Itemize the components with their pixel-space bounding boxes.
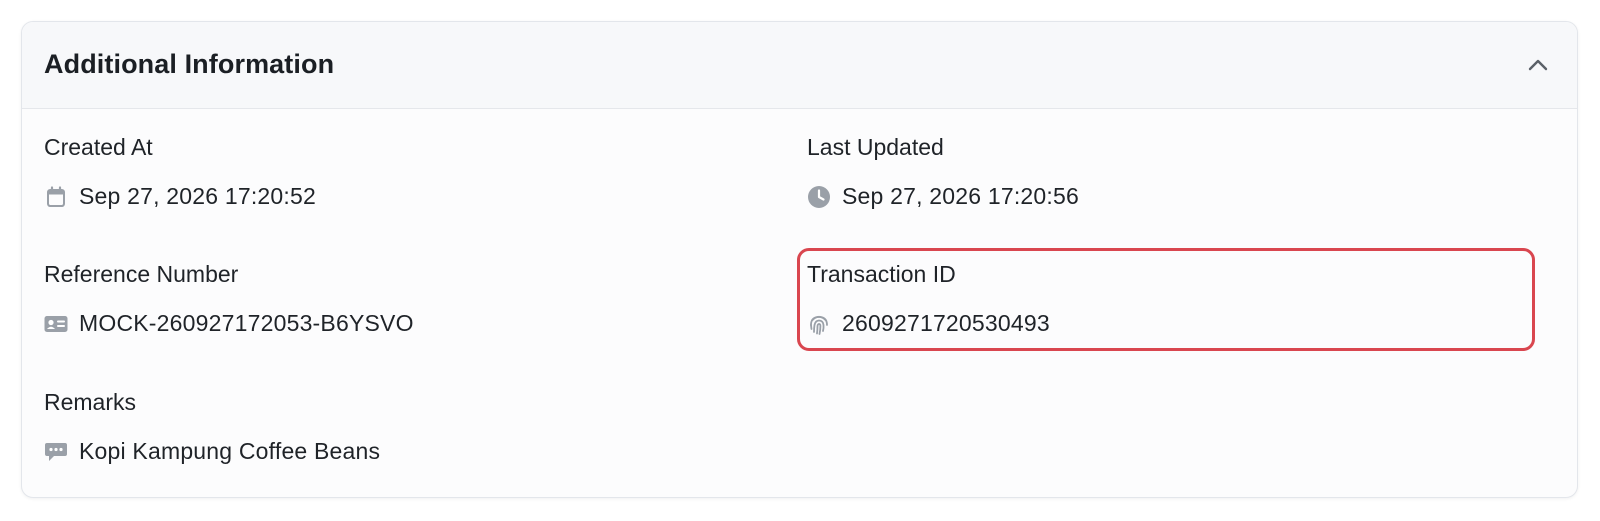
remarks-value: Kopi Kampung Coffee Beans bbox=[79, 438, 381, 464]
chevron-up-icon bbox=[1528, 59, 1548, 71]
last-updated-label: Last Updated bbox=[807, 134, 944, 160]
created-at-field: Created At Sep 27, 2026 17:20:52 bbox=[44, 134, 316, 209]
last-updated-field: Last Updated Sep 27, 2026 17:20:56 bbox=[807, 134, 1079, 209]
remarks-label: Remarks bbox=[44, 389, 137, 415]
created-at-value: Sep 27, 2026 17:20:52 bbox=[79, 183, 316, 209]
id-card-icon bbox=[44, 312, 68, 336]
reference-number-value-row: MOCK-260927172053-B6YSVO bbox=[44, 310, 414, 337]
section-title: Additional Information bbox=[44, 49, 335, 79]
collapse-button[interactable] bbox=[1521, 48, 1555, 82]
created-at-value-row: Sep 27, 2026 17:20:52 bbox=[44, 183, 316, 210]
comment-icon bbox=[44, 440, 68, 464]
additional-information-card: Additional Information Created At Sep 27… bbox=[21, 21, 1578, 498]
remarks-field: Remarks Kopi Kampung Coffee Beans bbox=[44, 389, 380, 464]
reference-number-field: Reference Number MOCK-260927172053-B6YSV… bbox=[44, 261, 413, 336]
calendar-icon bbox=[44, 185, 68, 209]
transaction-id-highlight bbox=[797, 248, 1535, 351]
reference-number-value: MOCK-260927172053-B6YSVO bbox=[79, 310, 414, 336]
card-header[interactable]: Additional Information bbox=[22, 22, 1577, 109]
last-updated-value: Sep 27, 2026 17:20:56 bbox=[842, 183, 1079, 209]
created-at-label: Created At bbox=[44, 134, 153, 160]
remarks-value-row: Kopi Kampung Coffee Beans bbox=[44, 438, 380, 465]
clock-icon bbox=[807, 185, 831, 209]
reference-number-label: Reference Number bbox=[44, 261, 239, 287]
last-updated-value-row: Sep 27, 2026 17:20:56 bbox=[807, 183, 1079, 210]
